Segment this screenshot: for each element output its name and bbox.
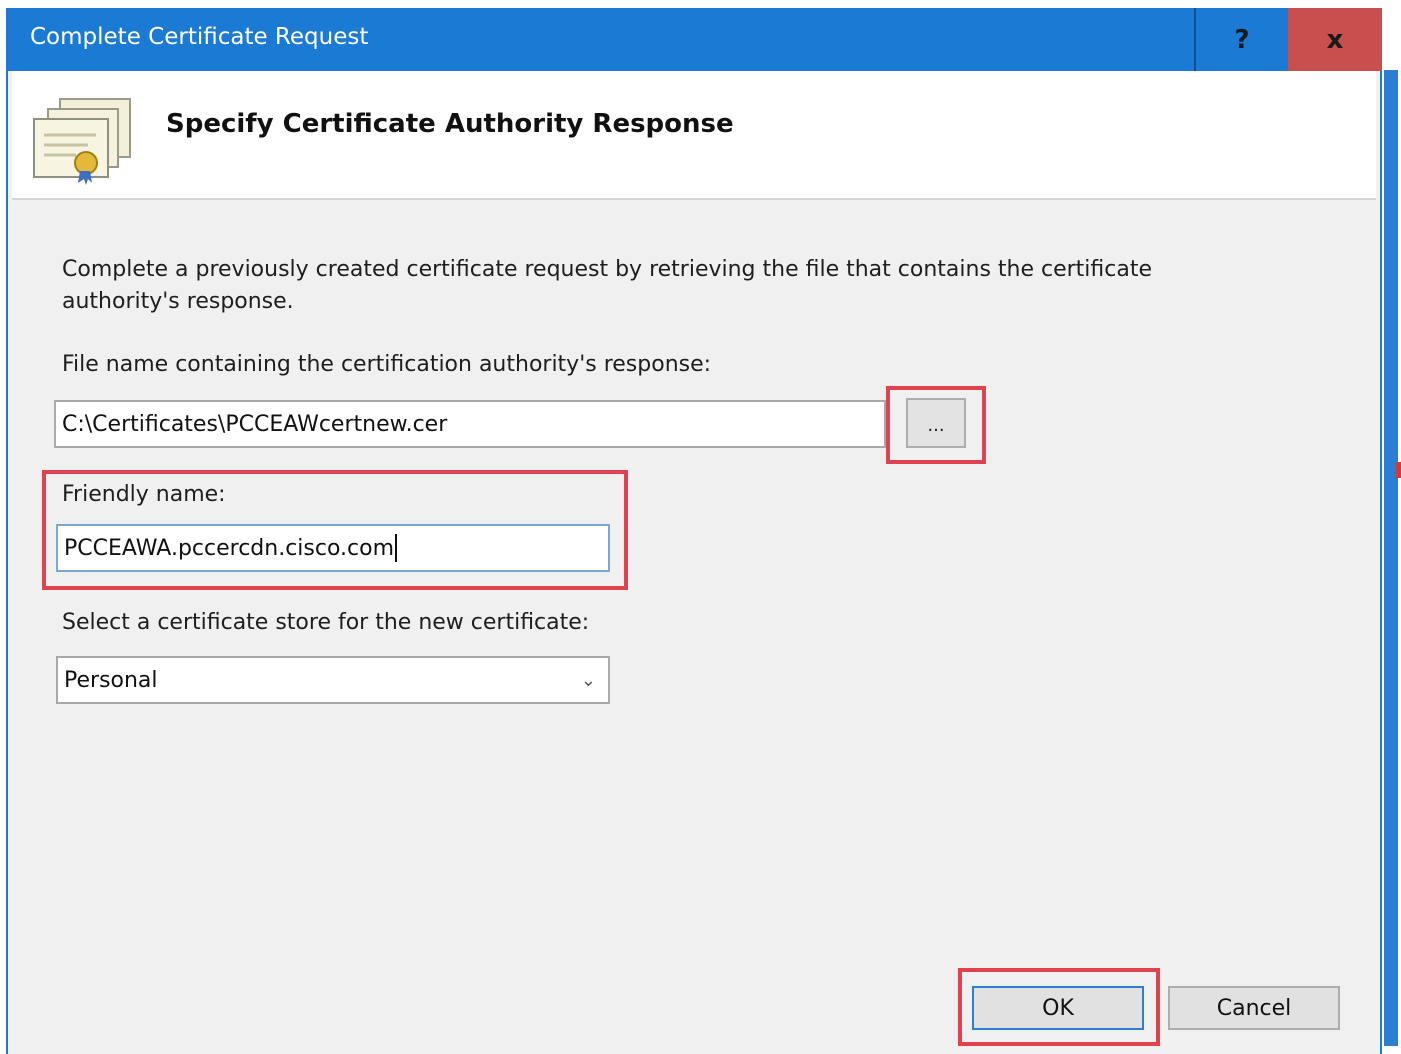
certificate-store-label: Select a certificate store for the new c…	[62, 610, 590, 635]
certificate-store-select[interactable]: Personal ⌄	[56, 656, 610, 704]
file-name-input[interactable]: C:\Certificates\PCCEAWcertnew.cer	[54, 400, 886, 448]
friendly-name-label: Friendly name:	[62, 482, 226, 507]
background-marker	[1396, 462, 1401, 478]
background-window-frame	[1384, 70, 1398, 1046]
window-title: Complete Certificate Request	[30, 24, 369, 50]
cancel-button[interactable]: Cancel	[1168, 986, 1340, 1030]
browse-button[interactable]: ...	[906, 398, 966, 448]
text-cursor	[395, 534, 398, 562]
complete-certificate-request-dialog: Complete Certificate Request ? x Specify…	[6, 8, 1382, 1054]
title-bar: Complete Certificate Request ? x	[8, 8, 1382, 71]
dialog-body: Complete a previously created certificat…	[8, 200, 1380, 1054]
file-name-value: C:\Certificates\PCCEAWcertnew.cer	[62, 411, 448, 437]
description-text: Complete a previously created certificat…	[62, 257, 1153, 314]
help-button[interactable]: ?	[1194, 8, 1288, 71]
close-button[interactable]: x	[1288, 8, 1382, 71]
certificate-store-value: Personal	[64, 667, 158, 693]
friendly-name-input[interactable]: PCCEAWA.pccercdn.cisco.com	[56, 524, 610, 572]
file-name-label: File name containing the certification a…	[62, 352, 712, 377]
certificate-icon	[33, 98, 131, 185]
friendly-name-value: PCCEAWA.pccercdn.cisco.com	[64, 535, 395, 561]
dialog-header: Specify Certificate Authority Response	[12, 71, 1376, 200]
page-title: Specify Certificate Authority Response	[166, 109, 734, 139]
ok-button[interactable]: OK	[972, 986, 1144, 1030]
background-window-edge	[1382, 0, 1401, 1046]
chevron-down-icon: ⌄	[580, 669, 596, 691]
